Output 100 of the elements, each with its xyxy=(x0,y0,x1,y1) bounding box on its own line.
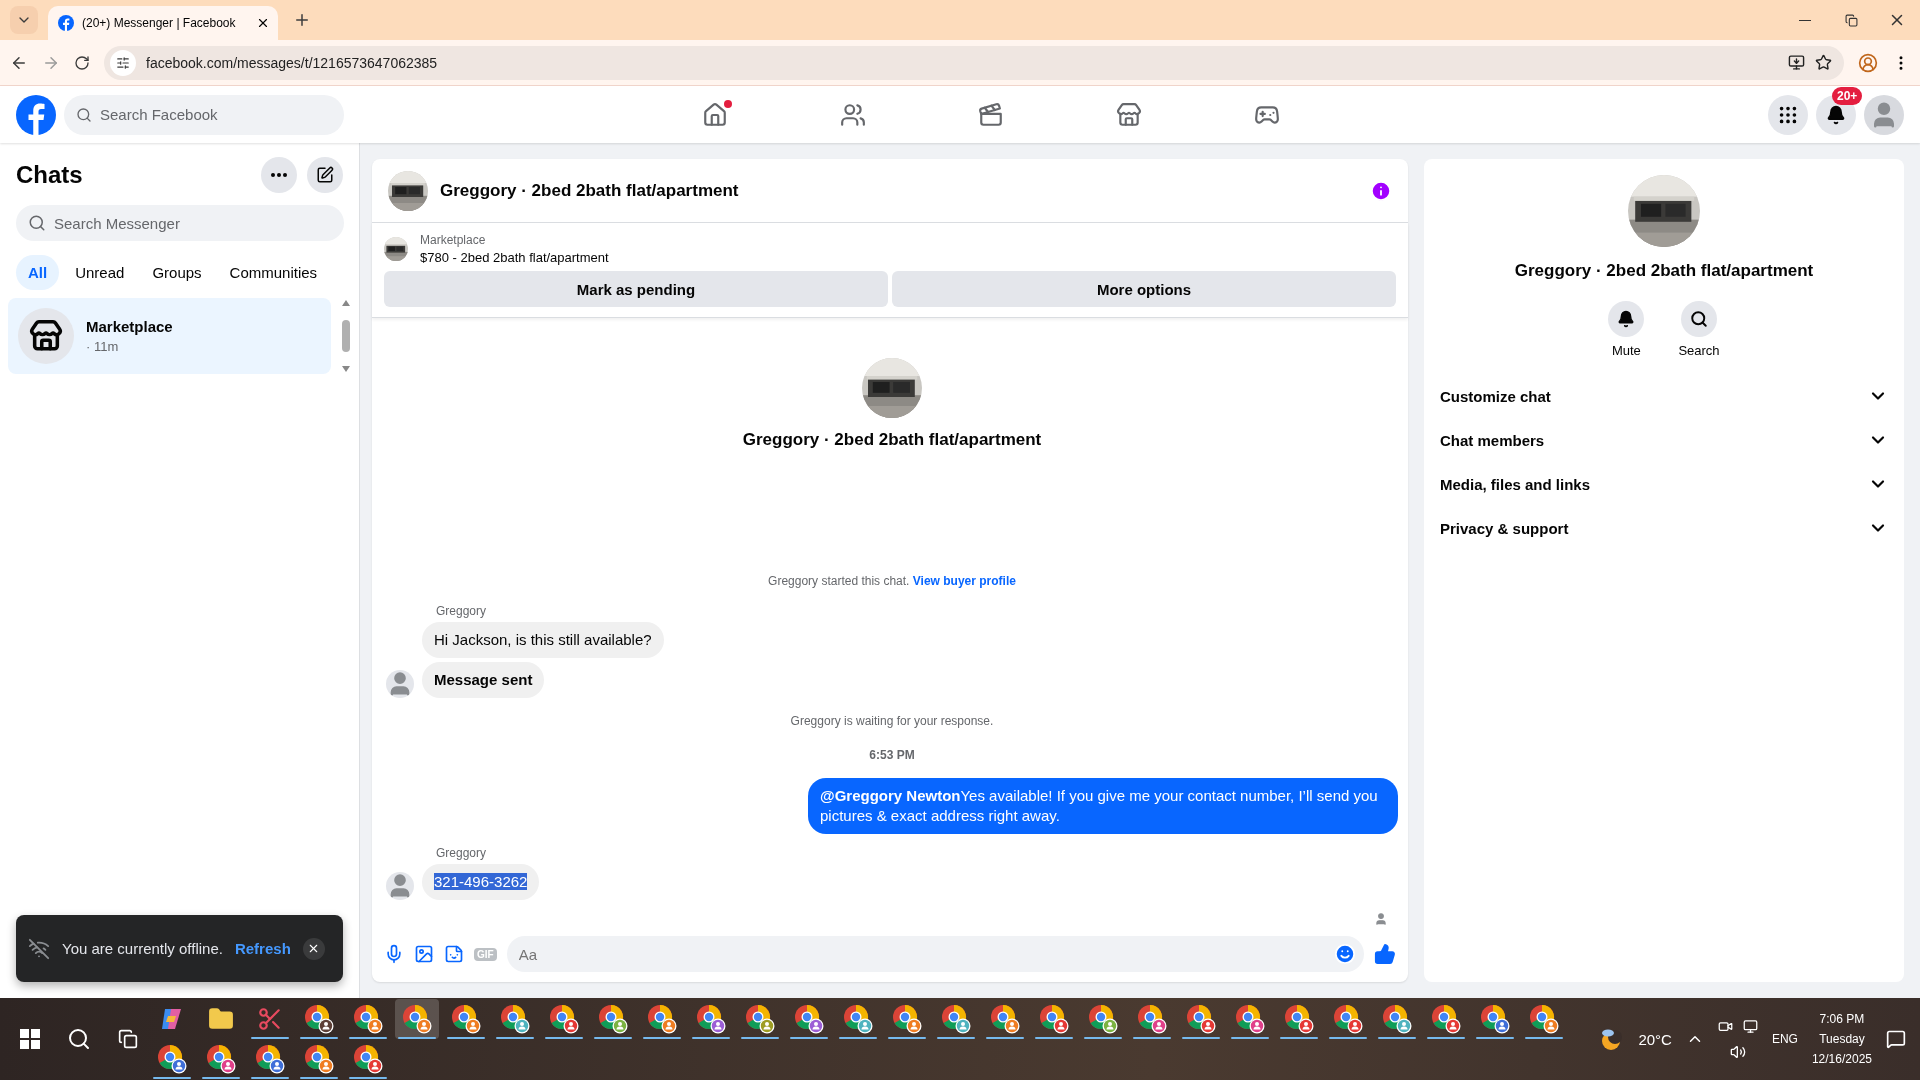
filter-tab[interactable]: Groups xyxy=(140,255,214,290)
info-icon[interactable] xyxy=(1370,179,1392,202)
browser-profile-icon xyxy=(989,1003,1021,1035)
details-section[interactable]: Privacy & support xyxy=(1432,506,1896,550)
network-icon[interactable] xyxy=(1742,1018,1758,1034)
search-field[interactable]: Search Messenger xyxy=(16,205,344,241)
filter-tab[interactable]: Communities xyxy=(217,255,330,290)
sender-name: Greggory xyxy=(435,604,488,618)
people-icon xyxy=(840,101,866,128)
browser-profile-icon xyxy=(1332,1003,1364,1035)
filter-tab[interactable]: All xyxy=(16,255,60,290)
search-field[interactable]: Search Facebook xyxy=(64,94,344,135)
plus-icon xyxy=(293,11,311,29)
browser-profile-icon xyxy=(695,1003,727,1035)
more-options-button[interactable] xyxy=(261,157,297,193)
browser-profile-icon xyxy=(1234,1003,1266,1035)
listing-action-button[interactable]: Mark as pending xyxy=(384,271,888,307)
chat-time: · 11m xyxy=(86,339,120,354)
browser-profile-icon xyxy=(352,1003,384,1035)
avatar-icon xyxy=(386,872,414,900)
browser-profile-icon xyxy=(1479,1003,1511,1035)
browser-tab[interactable]: (20+) Messenger | Facebook xyxy=(48,6,278,40)
browser-profile-icon xyxy=(1283,1003,1315,1035)
contact-name: Greggory · 2bed 2bath flat/apartment xyxy=(742,430,1042,450)
restore-icon xyxy=(1844,13,1858,27)
temperature: 20°C xyxy=(1638,1030,1672,1048)
system-message: Greggory is waiting for your response. xyxy=(790,714,994,728)
details-section[interactable]: Customize chat xyxy=(1432,374,1896,418)
store-avatar xyxy=(18,308,74,364)
notification-center-icon[interactable] xyxy=(1886,1029,1906,1049)
minimize-icon xyxy=(1799,19,1811,21)
browser-profile-icon xyxy=(450,1003,482,1035)
facebook-logo[interactable] xyxy=(16,94,56,135)
photo-icon[interactable] xyxy=(414,944,434,964)
site-info-button[interactable] xyxy=(110,49,136,76)
sticker-icon[interactable] xyxy=(444,944,464,964)
chats-title: Chats xyxy=(16,161,84,189)
incoming-message: Message sent xyxy=(422,662,545,698)
scroll-down-arrow-icon[interactable] xyxy=(342,366,350,372)
search-icon xyxy=(1690,310,1708,328)
bell-icon xyxy=(1617,310,1636,328)
language-indicator[interactable]: ENG xyxy=(1771,1032,1798,1046)
toast-message: You are currently offline. xyxy=(62,940,223,957)
notification-badge: 20+ xyxy=(1832,86,1863,105)
close-icon[interactable] xyxy=(256,16,270,30)
account-avatar[interactable] xyxy=(1864,94,1904,135)
menu-grid-button[interactable] xyxy=(1768,94,1808,135)
tab-title: (20+) Messenger | Facebook xyxy=(82,16,237,30)
message-input[interactable]: Aa xyxy=(506,936,1364,972)
scrollbar[interactable] xyxy=(341,300,351,372)
profile-icon[interactable] xyxy=(1858,52,1878,73)
browser-profile-icon xyxy=(646,1003,678,1035)
clock-day: Tuesday xyxy=(1819,1032,1865,1046)
incoming-message: Hi Jackson, is this still available? xyxy=(422,622,664,658)
tab-list-button[interactable] xyxy=(10,6,38,34)
outgoing-message: @Greggory NewtonYes available! If you give me your contact number, I’ll send you pictures & exact address right away. xyxy=(808,778,1398,834)
new-message-button[interactable] xyxy=(307,157,343,193)
browser-profile-icon xyxy=(548,1003,580,1035)
system-message: Greggory started this chat. xyxy=(768,574,910,588)
sliders-icon xyxy=(116,55,130,70)
listing-source: Marketplace xyxy=(420,233,487,247)
browser-profile-icon xyxy=(793,1003,825,1035)
more-icon xyxy=(271,173,287,177)
taskbar-app[interactable] xyxy=(395,999,439,1039)
buyer-profile-link[interactable]: View buyer profile xyxy=(912,574,1016,588)
bell-icon xyxy=(1826,104,1846,125)
listing-action-button[interactable]: More options xyxy=(892,271,1396,307)
install-icon[interactable] xyxy=(1788,54,1805,71)
filter-tab[interactable]: Unread xyxy=(63,255,137,290)
microphone-icon[interactable] xyxy=(384,944,404,964)
browser-profile-icon xyxy=(891,1003,923,1035)
clock-time: 7:06 PM xyxy=(1819,1012,1865,1026)
scissors-icon xyxy=(257,1006,283,1032)
details-section[interactable]: Chat members xyxy=(1432,418,1896,462)
browser-profile-icon xyxy=(205,1043,237,1075)
reload-button[interactable] xyxy=(74,54,90,71)
contact-name: Greggory · 2bed 2bath flat/apartment xyxy=(1514,261,1814,281)
browser-profile-icon xyxy=(744,1003,776,1035)
incoming-message: 321-496-3262 xyxy=(422,864,540,900)
search-icon xyxy=(67,1027,91,1051)
browser-profile-icon xyxy=(303,1003,335,1035)
bookmark-star-icon[interactable] xyxy=(1815,54,1832,71)
chat-name: Marketplace xyxy=(86,318,173,335)
details-section[interactable]: Media, files and links xyxy=(1432,462,1896,506)
browser-profile-icon xyxy=(597,1003,629,1035)
scroll-up-arrow-icon[interactable] xyxy=(342,300,350,306)
browser-profile-icon xyxy=(352,1043,384,1075)
search-icon xyxy=(76,106,92,123)
home-icon xyxy=(702,101,728,128)
close-button[interactable] xyxy=(302,937,325,960)
like-icon[interactable] xyxy=(1374,943,1396,965)
clock-date: 12/16/2025 xyxy=(1811,1052,1872,1066)
browser-profile-icon xyxy=(303,1043,335,1075)
emoji-icon[interactable] xyxy=(1334,943,1356,965)
refresh-link[interactable]: Refresh xyxy=(234,940,291,957)
search-icon xyxy=(28,214,46,232)
volume-icon[interactable] xyxy=(1729,1043,1746,1060)
message-timestamp: 6:53 PM xyxy=(869,748,915,762)
task-view-icon xyxy=(118,1029,139,1049)
chat-list-item[interactable]: Marketplace · 11m xyxy=(8,298,331,374)
